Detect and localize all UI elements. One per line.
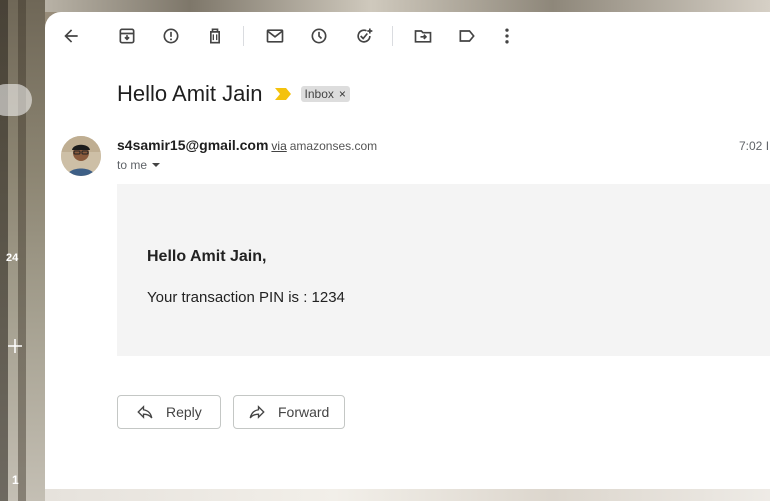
email-body: Hello Amit Jain, Your transaction PIN is… xyxy=(117,184,770,356)
delete-icon[interactable] xyxy=(203,24,227,48)
mark-unread-icon[interactable] xyxy=(263,24,287,48)
recipient-label: to me xyxy=(117,158,148,172)
important-marker-icon[interactable] xyxy=(274,88,291,100)
via-link[interactable]: via xyxy=(271,139,286,153)
email-timestamp: 7:02 I xyxy=(739,139,770,153)
email-subject: Hello Amit Jain xyxy=(117,81,263,106)
background-image xyxy=(0,0,45,501)
email-toolbar xyxy=(45,12,770,60)
add-task-icon[interactable] xyxy=(352,24,376,48)
background-image-top xyxy=(45,0,770,12)
toolbar-divider xyxy=(392,26,393,46)
forward-button[interactable]: Forward xyxy=(233,395,345,429)
background-image-bottom xyxy=(45,489,770,501)
rail-count: 1 xyxy=(12,473,19,487)
avatar[interactable] xyxy=(61,136,101,176)
toolbar-divider xyxy=(243,26,244,46)
remove-label-icon[interactable]: × xyxy=(339,87,346,101)
snooze-icon[interactable] xyxy=(307,24,331,48)
via-domain: amazonses.com xyxy=(289,139,378,153)
recipient-details[interactable]: to me xyxy=(117,158,161,172)
chevron-down-icon[interactable] xyxy=(151,160,161,170)
reply-label: Reply xyxy=(166,404,202,420)
inbox-label-text: Inbox xyxy=(304,87,334,101)
add-icon[interactable] xyxy=(6,337,24,355)
back-arrow-icon[interactable] xyxy=(59,24,83,48)
reply-icon xyxy=(137,405,153,419)
inbox-label-chip: Inbox × xyxy=(300,86,350,102)
report-spam-icon[interactable] xyxy=(159,24,183,48)
forward-icon xyxy=(249,405,265,419)
sender-line: s4samir15@gmail.com via amazonses.com xyxy=(117,137,377,153)
subject-row: Hello Amit Jain Inbox × xyxy=(117,80,350,108)
body-text: Your transaction PIN is : 1234 xyxy=(147,289,345,306)
label-icon[interactable] xyxy=(455,24,479,48)
compose-button-partial[interactable] xyxy=(0,84,32,116)
body-greeting: Hello Amit Jain, xyxy=(147,248,267,265)
rail-unread-badge: 24 xyxy=(6,252,19,264)
sender-email[interactable]: s4samir15@gmail.com xyxy=(117,137,268,153)
more-vert-icon[interactable] xyxy=(495,24,519,48)
archive-icon[interactable] xyxy=(115,24,139,48)
forward-label: Forward xyxy=(278,404,330,420)
move-to-icon[interactable] xyxy=(411,24,435,48)
reply-button[interactable]: Reply xyxy=(117,395,221,429)
email-view-panel: Hello Amit Jain Inbox × s4samir15@gmail.… xyxy=(45,12,770,489)
